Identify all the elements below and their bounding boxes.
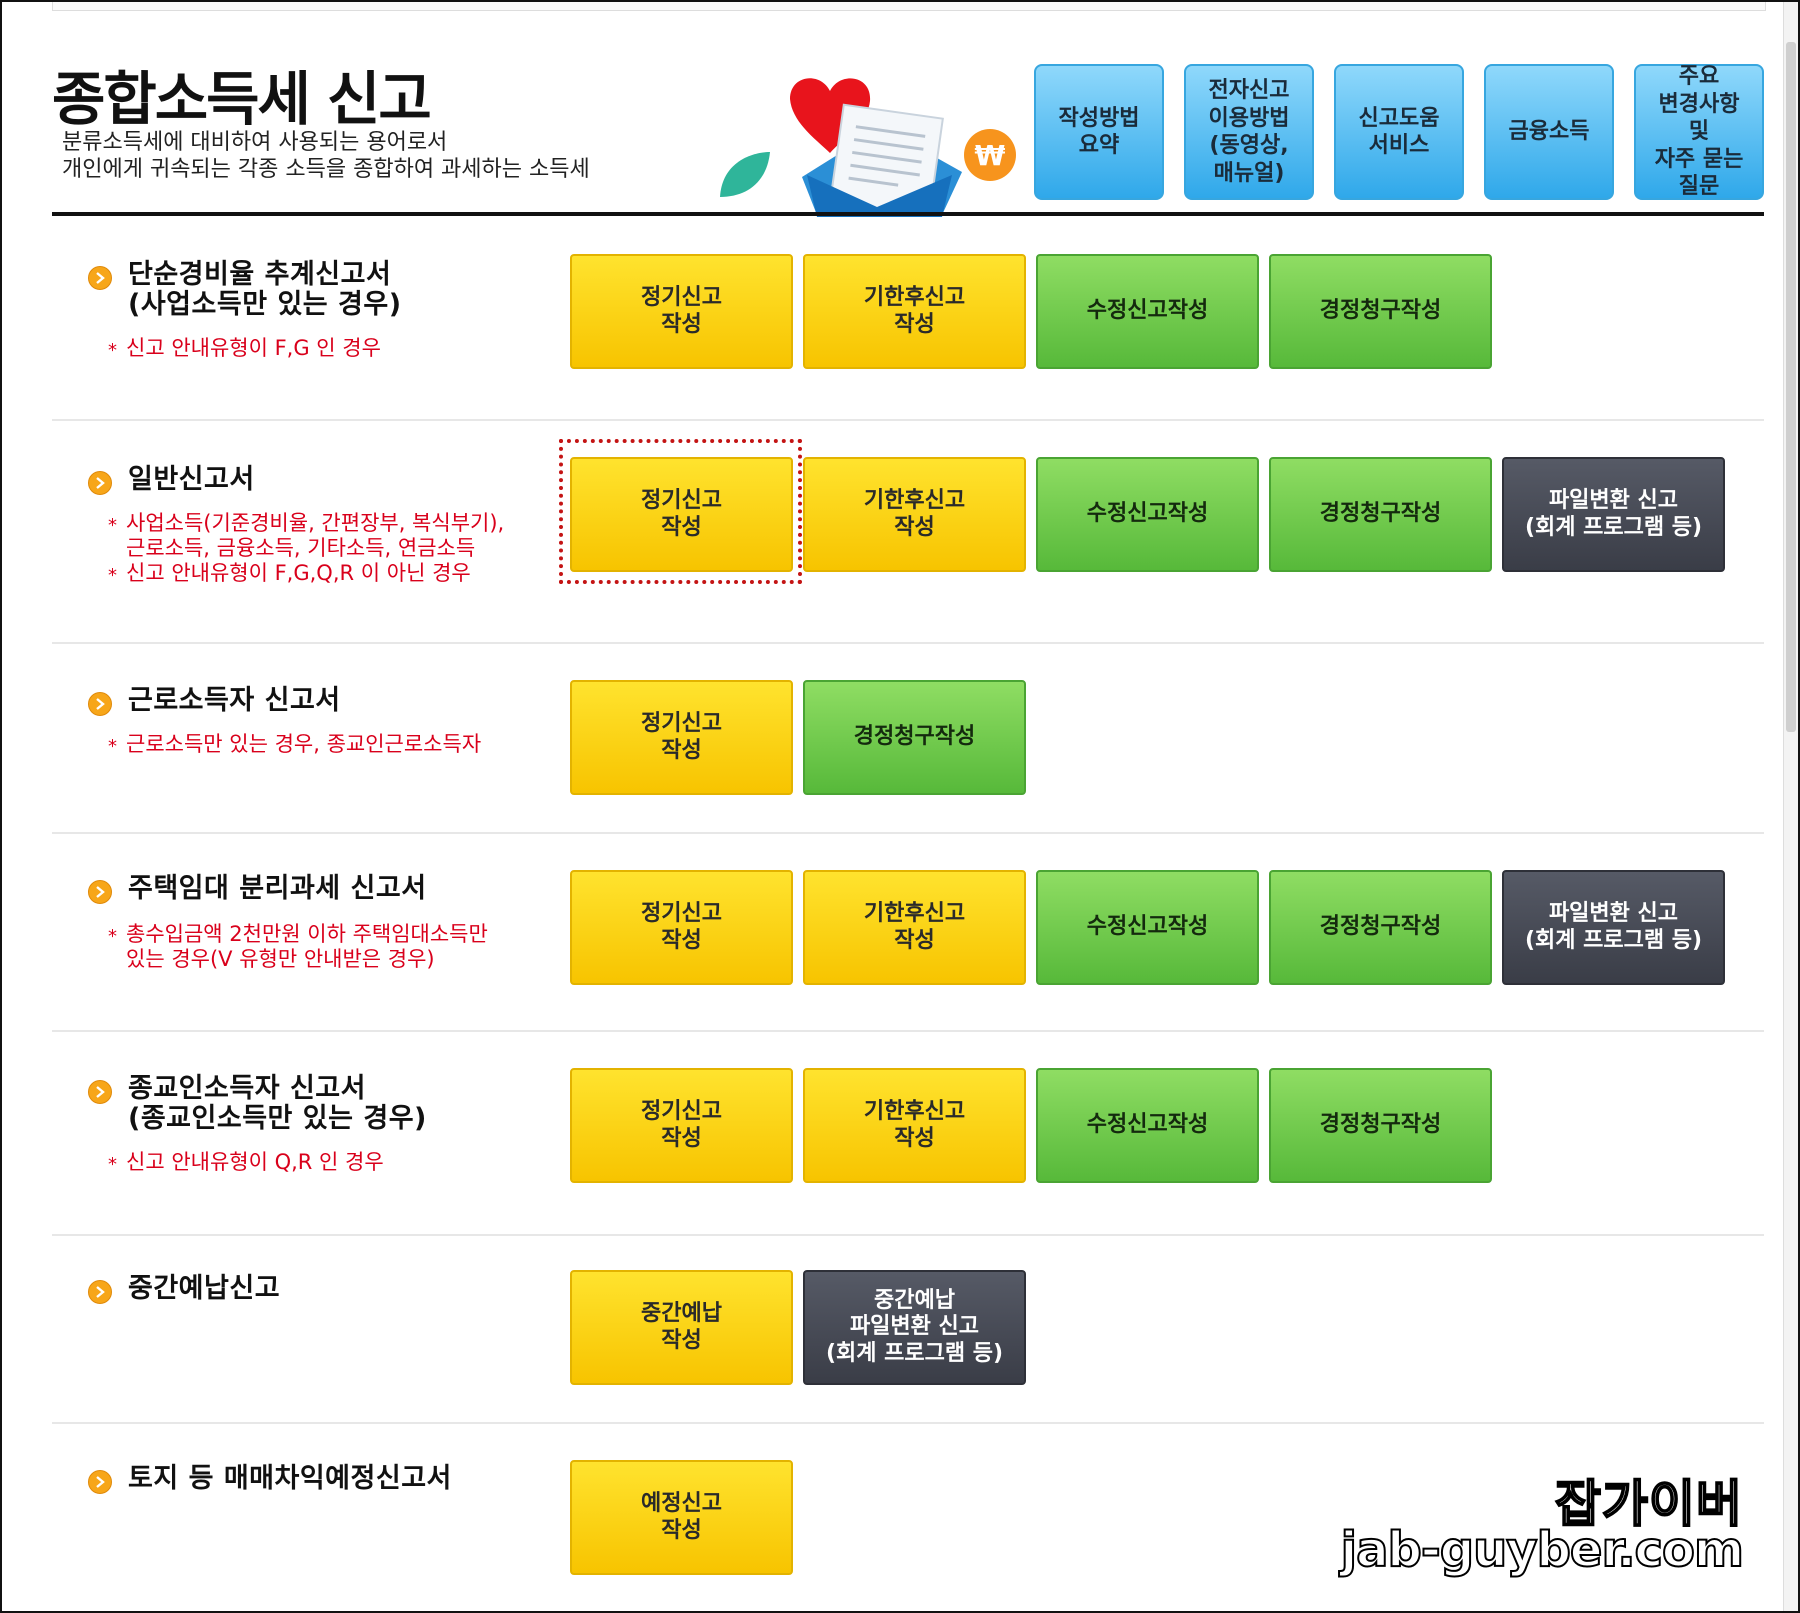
section-simple-expense: 단순경비율 추계신고서 (사업소득만 있는 경우) 신고 안내유형이 F,G 인… — [52, 216, 1764, 421]
section-title: 토지 등 매매차익예정신고서 — [128, 1463, 452, 1494]
nav-button-guide-summary[interactable]: 작성방법 요약 — [1034, 64, 1164, 200]
section-title: 중간예납신고 — [128, 1273, 281, 1304]
section-housing-rental: 주택임대 분리과세 신고서 총수입금액 2천만원 이하 주택임대소득만 있는 경… — [52, 832, 1764, 1032]
chevron-right-icon — [88, 471, 112, 495]
chevron-right-icon — [88, 266, 112, 290]
late-filing-button[interactable]: 기한후신고 작성 — [803, 457, 1026, 572]
correction-claim-button[interactable]: 경정청구작성 — [1269, 254, 1492, 369]
regular-filing-button[interactable]: 정기신고 작성 — [570, 680, 793, 795]
section-title: 종교인소득자 신고서 (종교인소득만 있는 경우) — [128, 1073, 427, 1135]
correction-claim-button[interactable]: 경정청구작성 — [1269, 870, 1492, 985]
page-description-line2: 개인에게 귀속되는 각종 소득을 종합하여 과세하는 소득세 — [62, 157, 590, 182]
nav-button-changes-faq[interactable]: 주요 변경사항 및 자주 묻는 질문 — [1634, 64, 1764, 200]
late-filing-button[interactable]: 기한후신고 작성 — [803, 1068, 1026, 1183]
page-frame: 종합소득세 신고 분류소득세에 대비하여 사용되는 용어로서 개인에게 귀속되는… — [0, 0, 1800, 1613]
section-note: 신고 안내유형이 F,G,Q,R 이 아닌 경우 — [106, 561, 504, 588]
section-note: 사업소득(기준경비율, 간편장부, 복식부기), 근로소득, 금융소득, 기타소… — [106, 511, 504, 561]
section-title: 일반신고서 — [128, 464, 255, 495]
amended-filing-button[interactable]: 수정신고작성 — [1036, 254, 1259, 369]
section-note: 신고 안내유형이 Q,R 인 경우 — [106, 1150, 384, 1177]
correction-claim-button[interactable]: 경정청구작성 — [1269, 1068, 1492, 1183]
section-general: 일반신고서 사업소득(기준경비율, 간편장부, 복식부기), 근로소득, 금융소… — [52, 419, 1764, 644]
section-note: 총수입금액 2천만원 이하 주택임대소득만 있는 경우(V 유형만 안내받은 경… — [106, 922, 488, 972]
heart-envelope-won-icon: ₩ — [720, 78, 1016, 217]
interim-filing-button[interactable]: 중간예납 작성 — [570, 1270, 793, 1385]
chevron-right-icon — [88, 1280, 112, 1304]
nav-button-filing-help[interactable]: 신고도움 서비스 — [1334, 64, 1464, 200]
regular-filing-button[interactable]: 정기신고 작성 — [570, 1068, 793, 1183]
section-wage-earner: 근로소득자 신고서 근로소득만 있는 경우, 종교인근로소득자 정기신고 작성 … — [52, 642, 1764, 834]
chevron-right-icon — [88, 1080, 112, 1104]
chevron-right-icon — [88, 692, 112, 716]
chevron-right-icon — [88, 880, 112, 904]
regular-filing-button[interactable]: 정기신고 작성 — [570, 457, 793, 572]
amended-filing-button[interactable]: 수정신고작성 — [1036, 1068, 1259, 1183]
file-conversion-button[interactable]: 파일변환 신고 (회계 프로그램 등) — [1502, 870, 1725, 985]
nav-button-e-filing-guide[interactable]: 전자신고 이용방법 (동영상, 매뉴얼) — [1184, 64, 1314, 200]
regular-filing-button[interactable]: 정기신고 작성 — [570, 254, 793, 369]
estimated-filing-button[interactable]: 예정신고 작성 — [570, 1460, 793, 1575]
correction-claim-button[interactable]: 경정청구작성 — [1269, 457, 1492, 572]
file-conversion-button[interactable]: 파일변환 신고 (회계 프로그램 등) — [1502, 457, 1725, 572]
section-religious: 종교인소득자 신고서 (종교인소득만 있는 경우) 신고 안내유형이 Q,R 인… — [52, 1030, 1764, 1236]
scrollbar-thumb[interactable] — [1786, 42, 1796, 732]
watermark-url: jab-guyber.com — [1340, 1521, 1745, 1579]
late-filing-button[interactable]: 기한후신고 작성 — [803, 254, 1026, 369]
section-land-sale: 토지 등 매매차익예정신고서 예정신고 작성 — [52, 1422, 1764, 1611]
section-title: 단순경비율 추계신고서 (사업소득만 있는 경우) — [128, 259, 402, 321]
regular-filing-button[interactable]: 정기신고 작성 — [570, 870, 793, 985]
correction-claim-button[interactable]: 경정청구작성 — [803, 680, 1026, 795]
scrollbar[interactable] — [1783, 2, 1798, 1611]
section-title: 주택임대 분리과세 신고서 — [128, 873, 427, 904]
amended-filing-button[interactable]: 수정신고작성 — [1036, 457, 1259, 572]
section-note: 근로소득만 있는 경우, 종교인근로소득자 — [106, 732, 481, 759]
chevron-right-icon — [88, 1470, 112, 1494]
interim-file-conversion-button[interactable]: 중간예납 파일변환 신고 (회계 프로그램 등) — [803, 1270, 1026, 1385]
amended-filing-button[interactable]: 수정신고작성 — [1036, 870, 1259, 985]
svg-text:₩: ₩ — [975, 139, 1006, 172]
section-title: 근로소득자 신고서 — [128, 685, 341, 716]
section-note: 신고 안내유형이 F,G 인 경우 — [106, 336, 381, 363]
nav-button-financial-income[interactable]: 금융소득 — [1484, 64, 1614, 200]
section-interim-prepayment: 중간예납신고 중간예납 작성 중간예납 파일변환 신고 (회계 프로그램 등) — [52, 1234, 1764, 1424]
top-strip — [52, 2, 1766, 11]
late-filing-button[interactable]: 기한후신고 작성 — [803, 870, 1026, 985]
